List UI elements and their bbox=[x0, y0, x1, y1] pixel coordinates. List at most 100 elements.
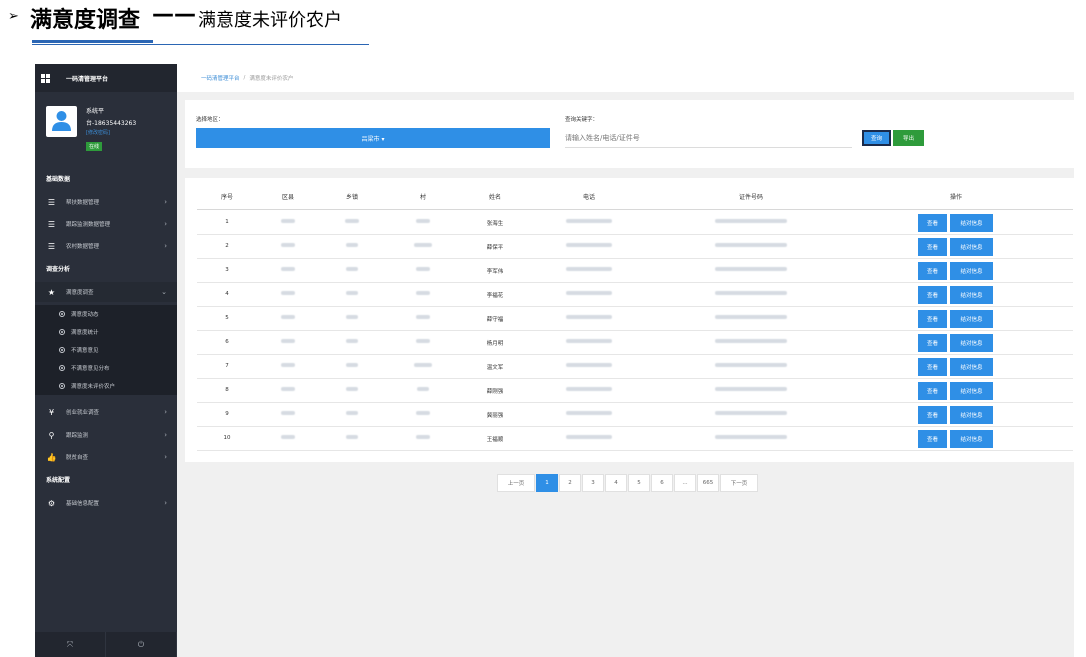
slide-title-dash: —— bbox=[152, 2, 196, 27]
sidebar-subitem-complaint-distribution[interactable]: 不满意意见分布 bbox=[35, 359, 177, 377]
page-button[interactable]: 5 bbox=[628, 474, 650, 492]
sidebar-item-poverty[interactable]: 👍 脱贫自查 › bbox=[35, 447, 177, 467]
pair-info-button[interactable]: 结对信息 bbox=[950, 262, 993, 280]
village-cell-redacted bbox=[416, 267, 430, 273]
sidebar-item-employment[interactable]: ¥ 创业就业调查 › bbox=[35, 402, 177, 422]
column-header: 序号 bbox=[220, 194, 234, 201]
sidebar-item-satisfaction[interactable]: ★ 满意度调查 ⌄ bbox=[35, 282, 177, 302]
sidebar-item-track[interactable]: ☰ 跟踪监测数据管理 › bbox=[35, 214, 177, 234]
page-button[interactable]: 4 bbox=[605, 474, 627, 492]
column-header: 电话 bbox=[582, 194, 596, 201]
table-row: 7 温文军 查看 结对信息 bbox=[197, 355, 1073, 379]
page-button[interactable]: 3 bbox=[582, 474, 604, 492]
pair-info-button[interactable]: 结对信息 bbox=[950, 214, 993, 232]
fullscreen-icon[interactable]: ⤧ bbox=[35, 632, 106, 657]
sidebar-item-monitor[interactable]: ⚲ 跟踪监测 › bbox=[35, 425, 177, 445]
list-icon: ☰ bbox=[47, 197, 56, 207]
power-icon[interactable]: ⏻ bbox=[106, 632, 177, 657]
view-button[interactable]: 查看 bbox=[918, 334, 947, 352]
breadcrumb-root-link[interactable]: 一码清管理平台 bbox=[201, 74, 240, 82]
sidebar-item-village[interactable]: ☰ 农村数据管理 › bbox=[35, 236, 177, 256]
gear-icon: ⚙ bbox=[47, 498, 56, 508]
breadcrumb-separator: / bbox=[243, 75, 246, 81]
county-cell-redacted bbox=[281, 267, 295, 273]
sidebar-subitem-dynamics[interactable]: 满意度动态 bbox=[35, 305, 177, 323]
prev-page-button[interactable]: 上一页 bbox=[497, 474, 535, 492]
pair-info-button[interactable]: 结对信息 bbox=[950, 382, 993, 400]
user-name: 系统平 bbox=[86, 108, 105, 115]
pair-info-button[interactable]: 结对信息 bbox=[950, 310, 993, 328]
region-select[interactable]: 吕梁市 ▾ bbox=[196, 128, 550, 148]
sidebar-item-label: 满意度调查 bbox=[66, 290, 94, 296]
pair-info-button[interactable]: 结对信息 bbox=[950, 430, 993, 448]
view-button[interactable]: 查看 bbox=[918, 382, 947, 400]
export-button[interactable]: 导出 bbox=[893, 130, 924, 146]
row-number: 10 bbox=[223, 435, 231, 441]
apps-grid-icon[interactable] bbox=[41, 73, 50, 83]
phone-cell-redacted bbox=[566, 243, 612, 249]
column-header: 乡镇 bbox=[345, 194, 359, 201]
bullet-icon: ➢ bbox=[8, 9, 19, 24]
keyword-input[interactable] bbox=[565, 128, 852, 148]
chevron-right-icon: › bbox=[164, 431, 167, 439]
search-button[interactable]: 查询 bbox=[862, 130, 891, 146]
village-cell-redacted bbox=[416, 291, 430, 297]
view-button[interactable]: 查看 bbox=[918, 430, 947, 448]
table-row: 9 冀丽强 查看 结对信息 bbox=[197, 403, 1073, 427]
circle-dot-icon bbox=[59, 365, 65, 371]
county-cell-redacted bbox=[281, 363, 295, 369]
table-row: 1 张海生 查看 结对信息 bbox=[197, 211, 1073, 235]
id-number-cell-redacted bbox=[715, 363, 787, 369]
slide-subtitle: 满意度未评价农户 bbox=[198, 10, 342, 31]
next-page-button[interactable]: 下一页 bbox=[720, 474, 758, 492]
sidebar-subitem-label: 满意度统计 bbox=[71, 330, 99, 336]
table-row: 2 薛保平 查看 结对信息 bbox=[197, 235, 1073, 259]
view-button[interactable]: 查看 bbox=[918, 238, 947, 256]
change-password-link[interactable]: [修改密码] bbox=[86, 129, 110, 136]
title-underline-accent bbox=[32, 40, 153, 43]
main-content: 一码清管理平台 / 满意度未评价农户 选择地区： 吕梁市 ▾ 查询关键字： 查询… bbox=[177, 64, 1074, 657]
id-number-cell-redacted bbox=[715, 387, 787, 393]
name-cell: 张海生 bbox=[486, 221, 504, 227]
pair-info-button[interactable]: 结对信息 bbox=[950, 406, 993, 424]
pair-info-button[interactable]: 结对信息 bbox=[950, 334, 993, 352]
id-number-cell-redacted bbox=[715, 267, 787, 273]
row-number: 9 bbox=[225, 411, 229, 417]
pair-info-button[interactable]: 结对信息 bbox=[950, 238, 993, 256]
county-cell-redacted bbox=[281, 219, 295, 225]
view-button[interactable]: 查看 bbox=[918, 310, 947, 328]
view-button[interactable]: 查看 bbox=[918, 406, 947, 424]
app-title: 一码清管理平台 bbox=[66, 75, 109, 83]
page-button-current[interactable]: 1 bbox=[536, 474, 558, 492]
list-icon: ☰ bbox=[47, 219, 56, 229]
table-header: 序号 区县 乡镇 村 姓名 电话 证件号码 操作 bbox=[197, 192, 1073, 210]
page-button[interactable]: 2 bbox=[559, 474, 581, 492]
view-button[interactable]: 查看 bbox=[918, 214, 947, 232]
sidebar-item-assist[interactable]: ☰ 帮扶数据管理 › bbox=[35, 192, 177, 212]
sidebar-item-config[interactable]: ⚙ 基础信息配置 › bbox=[35, 493, 177, 513]
sidebar-subitem-label: 满意度未评价农户 bbox=[71, 384, 116, 390]
column-header: 区县 bbox=[281, 194, 295, 201]
name-cell: 温文军 bbox=[486, 365, 504, 371]
id-number-cell-redacted bbox=[715, 291, 787, 297]
circle-dot-icon bbox=[59, 329, 65, 335]
sidebar-subitem-complaints[interactable]: 不满意意见 bbox=[35, 341, 177, 359]
page-button[interactable]: 6 bbox=[651, 474, 673, 492]
chevron-right-icon: › bbox=[164, 408, 167, 416]
chevron-right-icon: › bbox=[164, 453, 167, 461]
town-cell-redacted bbox=[346, 315, 358, 321]
town-cell-redacted bbox=[346, 363, 358, 369]
county-cell-redacted bbox=[281, 315, 295, 321]
sidebar-subitem-statistics[interactable]: 满意度统计 bbox=[35, 323, 177, 341]
view-button[interactable]: 查看 bbox=[918, 262, 947, 280]
circle-dot-icon bbox=[59, 383, 65, 389]
pair-info-button[interactable]: 结对信息 bbox=[950, 358, 993, 376]
view-button[interactable]: 查看 bbox=[918, 286, 947, 304]
sidebar-subitem-unrated-households[interactable]: 满意度未评价农户 bbox=[35, 377, 177, 395]
page-button[interactable]: 665 bbox=[697, 474, 719, 492]
county-cell-redacted bbox=[281, 387, 295, 393]
pair-info-button[interactable]: 结对信息 bbox=[950, 286, 993, 304]
view-button[interactable]: 查看 bbox=[918, 358, 947, 376]
id-number-cell-redacted bbox=[715, 339, 787, 345]
column-header: 操作 bbox=[949, 194, 963, 201]
